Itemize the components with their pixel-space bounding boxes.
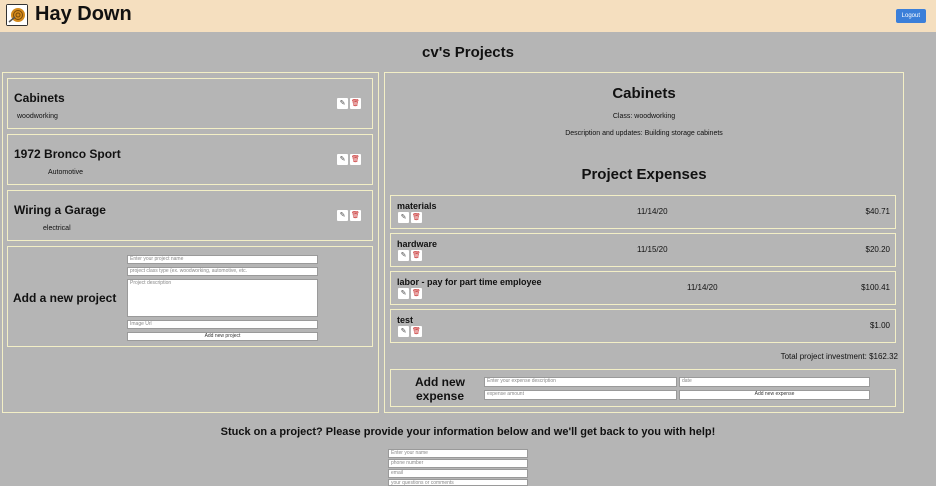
expense-name: hardware (397, 239, 438, 249)
expense-date: 11/14/20 (637, 207, 668, 216)
pencil-icon[interactable]: ✎ (337, 98, 348, 109)
expense-row: hardware 11/15/20 $20.20 ✎ 🗑 (390, 233, 896, 267)
help-email-input[interactable]: email (388, 469, 528, 478)
pencil-icon[interactable]: ✎ (337, 210, 348, 221)
expense-actions: ✎ 🗑 (398, 288, 422, 299)
expense-amount-input[interactable]: expense amount (484, 390, 677, 400)
help-heading: Stuck on a project? Please provide your … (220, 426, 716, 438)
expense-actions: ✎ 🗑 (398, 250, 422, 261)
pencil-icon[interactable]: ✎ (337, 154, 348, 165)
expense-amount: $40.71 (865, 207, 890, 216)
project-class-input[interactable]: project class type (ex. woodworking, aut… (127, 267, 318, 276)
expense-amount: $100.41 (861, 283, 890, 292)
expense-actions: ✎ 🗑 (398, 212, 422, 223)
project-class: electrical (43, 225, 71, 232)
top-bar: Hay Down Logout (0, 0, 936, 32)
trash-icon[interactable]: 🗑 (411, 288, 422, 299)
expense-amount: $1.00 (869, 321, 890, 330)
detail-class: Class: woodworking (612, 113, 676, 120)
expense-row: labor - pay for part time employee 11/14… (390, 271, 896, 305)
pencil-icon[interactable]: ✎ (398, 288, 409, 299)
hay-bale-logo-icon[interactable] (6, 4, 28, 26)
expense-date-input[interactable]: date (679, 377, 870, 387)
add-project-button[interactable]: Add new project (127, 332, 318, 341)
expense-amount: $20.20 (865, 245, 890, 254)
expense-row: test $1.00 ✎ 🗑 (390, 309, 896, 343)
expense-name: labor - pay for part time employee (397, 277, 542, 287)
pencil-icon[interactable]: ✎ (398, 250, 409, 261)
trash-icon[interactable]: 🗑 (350, 210, 361, 221)
add-expense-title: Add new expense (415, 375, 465, 403)
pencil-icon[interactable]: ✎ (398, 326, 409, 337)
project-card[interactable]: Cabinets woodworking ✎ 🗑 (7, 78, 373, 129)
add-project-form: Add a new project Enter your project nam… (7, 246, 373, 347)
expenses-heading: Project Expenses (581, 166, 707, 183)
trash-icon[interactable]: 🗑 (411, 212, 422, 223)
trash-icon[interactable]: 🗑 (350, 98, 361, 109)
add-expense-button[interactable]: Add new expense (679, 390, 870, 400)
project-class: Automotive (48, 169, 84, 176)
app-title[interactable]: Hay Down (35, 3, 132, 26)
project-name-input[interactable]: Enter your project name (127, 255, 318, 264)
project-actions: ✎ 🗑 (337, 154, 361, 165)
expense-description-input[interactable]: Enter your expense description (484, 377, 677, 387)
pencil-icon[interactable]: ✎ (398, 212, 409, 223)
expense-date: 11/15/20 (637, 245, 668, 254)
expense-name: test (397, 315, 414, 325)
trash-icon[interactable]: 🗑 (411, 250, 422, 261)
project-name[interactable]: 1972 Bronco Sport (14, 147, 121, 161)
logout-button[interactable]: Logout (895, 9, 926, 23)
expense-name: materials (397, 201, 437, 211)
help-question-input[interactable]: your questions or comments (388, 479, 528, 486)
project-actions: ✎ 🗑 (337, 98, 361, 109)
project-image-url-input[interactable]: Image Url (127, 320, 318, 329)
help-phone-input[interactable]: phone number (388, 459, 528, 468)
project-name[interactable]: Cabinets (14, 91, 65, 105)
project-name[interactable]: Wiring a Garage (14, 203, 106, 217)
project-card[interactable]: 1972 Bronco Sport Automotive ✎ 🗑 (7, 134, 373, 185)
expense-date: 11/14/20 (687, 283, 718, 292)
expense-actions: ✎ 🗑 (398, 326, 422, 337)
project-description-input[interactable]: Project description (127, 279, 318, 317)
project-class: woodworking (17, 113, 58, 120)
trash-icon[interactable]: 🗑 (350, 154, 361, 165)
help-name-input[interactable]: Enter your name (388, 449, 528, 458)
total-investment: Total project investment: $162.32 (780, 352, 898, 361)
page-title: cv's Projects (422, 44, 514, 61)
project-actions: ✎ 🗑 (337, 210, 361, 221)
trash-icon[interactable]: 🗑 (411, 326, 422, 337)
expense-row: materials 11/14/20 $40.71 ✎ 🗑 (390, 195, 896, 229)
detail-description: Description and updates: Building storag… (565, 130, 723, 137)
project-card[interactable]: Wiring a Garage electrical ✎ 🗑 (7, 190, 373, 241)
add-expense-form: Add new expense Enter your expense descr… (390, 369, 896, 407)
add-project-title: Add a new project (13, 291, 117, 305)
detail-project-title: Cabinets (612, 85, 676, 102)
